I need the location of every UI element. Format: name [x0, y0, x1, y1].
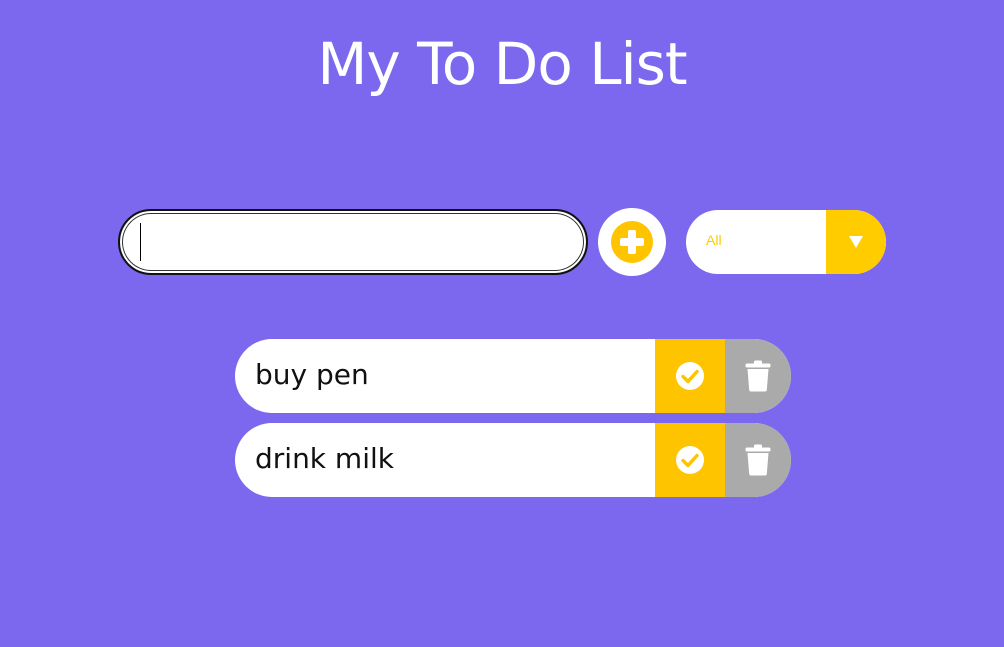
todo-text: drink milk: [255, 442, 394, 475]
trash-icon: [745, 444, 771, 476]
add-todo-button[interactable]: [598, 208, 666, 276]
trash-icon: [745, 360, 771, 392]
triangle-down-icon: [849, 236, 863, 248]
page-title: My To Do List: [317, 30, 687, 98]
filter-selected-value: All: [706, 232, 722, 248]
filter-select[interactable]: All: [686, 210, 886, 274]
todo-item: drink milk: [235, 423, 791, 497]
todo-input[interactable]: [118, 209, 588, 275]
todo-item: buy pen: [235, 339, 791, 413]
plus-circle-icon: [611, 221, 653, 263]
check-circle-icon: [676, 362, 704, 390]
check-circle-icon: [676, 446, 704, 474]
todo-list: buy pen drink milk: [235, 339, 791, 507]
delete-button[interactable]: [725, 423, 791, 497]
delete-button[interactable]: [725, 339, 791, 413]
filter-dropdown-button[interactable]: [826, 210, 886, 274]
complete-button[interactable]: [655, 423, 725, 497]
todo-text: buy pen: [255, 358, 369, 391]
complete-button[interactable]: [655, 339, 725, 413]
text-caret: [140, 223, 141, 261]
